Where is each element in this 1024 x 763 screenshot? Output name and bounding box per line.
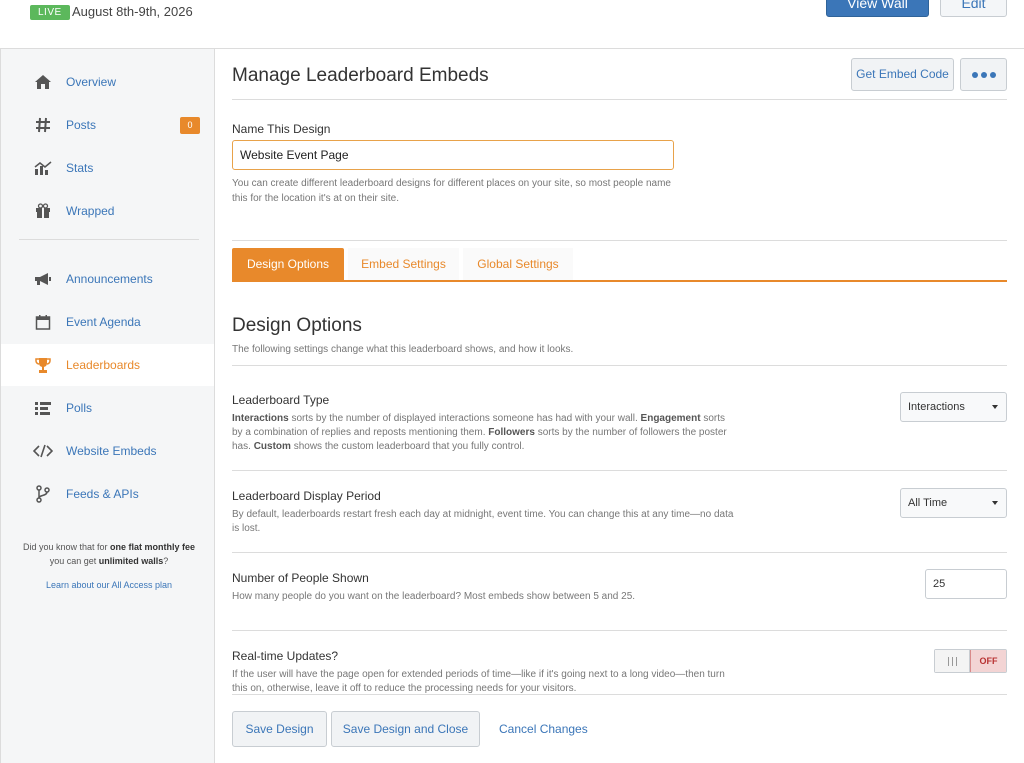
section-title: Design Options — [232, 315, 362, 336]
realtime-updates-toggle[interactable]: OFF — [934, 649, 1007, 673]
sidebar-item-label: Polls — [66, 401, 93, 415]
code-icon — [33, 441, 53, 461]
design-name-input[interactable] — [232, 140, 674, 170]
sidebar-item-label: Overview — [66, 75, 117, 89]
cancel-changes-button[interactable]: Cancel Changes — [499, 711, 588, 747]
name-design-help: You can create different leaderboard des… — [232, 178, 671, 204]
sidebar-item-label: Announcements — [66, 272, 153, 286]
sidebar-item-announcements[interactable]: Announcements — [1, 258, 214, 300]
sidebar-item-posts[interactable]: Posts 0 — [1, 104, 214, 146]
save-design-close-button[interactable]: Save Design and Close — [331, 711, 480, 747]
divider — [232, 470, 1007, 471]
chevron-down-icon — [992, 405, 998, 409]
sidebar-item-label: Stats — [66, 161, 94, 175]
name-design-label: Name This Design — [232, 122, 331, 136]
toggle-handle — [935, 650, 970, 672]
sidebar-item-label: Website Embeds — [66, 444, 157, 458]
calendar-icon — [33, 312, 53, 332]
posts-count-badge: 0 — [180, 116, 200, 134]
leaderboard-type-description: Interactions sorts by the number of disp… — [232, 413, 727, 452]
get-embed-code-button[interactable]: Get Embed Code — [851, 58, 954, 91]
sidebar-item-leaderboards[interactable]: Leaderboards — [1, 344, 214, 386]
sidebar-item-label: Leaderboards — [66, 358, 141, 372]
chevron-down-icon — [992, 501, 998, 505]
sidebar-item-event-agenda[interactable]: Event Agenda — [1, 301, 214, 343]
all-access-promo: Did you know that for one flat monthly f… — [22, 542, 196, 566]
sidebar-item-feeds-apis[interactable]: Feeds & APIs — [1, 473, 214, 515]
page-title: Manage Leaderboard Embeds — [232, 65, 489, 86]
toggle-off-label: OFF — [970, 650, 1006, 672]
leaderboard-type-select[interactable]: Interactions — [900, 392, 1007, 422]
sidebar: Overview Posts 0 Stats Wrapped Announcem… — [0, 49, 215, 763]
sidebar-item-overview[interactable]: Overview — [1, 61, 214, 103]
divider — [232, 552, 1007, 553]
action-footer: Save Design Save Design and Close Cancel… — [232, 694, 1007, 763]
save-design-button[interactable]: Save Design — [232, 711, 327, 747]
hashtag-icon — [33, 115, 53, 135]
people-shown-input[interactable]: 25 — [925, 569, 1007, 599]
sidebar-item-website-embeds[interactable]: Website Embeds — [1, 430, 214, 472]
edit-button[interactable]: Edit — [940, 0, 1007, 17]
settings-tabs: Design Options Embed Settings Global Set… — [232, 248, 1007, 282]
sidebar-item-label: Posts — [66, 118, 97, 132]
home-icon — [33, 72, 53, 92]
people-shown-description: How many people do you want on the leade… — [232, 591, 636, 602]
chart-icon — [33, 158, 53, 178]
people-shown-title: Number of People Shown — [232, 571, 369, 585]
display-period-title: Leaderboard Display Period — [232, 489, 381, 503]
divider — [232, 240, 1007, 241]
trophy-icon — [33, 355, 53, 375]
display-period-select[interactable]: All Time — [900, 488, 1007, 518]
sidebar-divider — [19, 239, 199, 240]
realtime-updates-description: If the user will have the page open for … — [232, 669, 725, 694]
divider — [232, 630, 1007, 631]
sidebar-item-label: Event Agenda — [66, 315, 141, 329]
divider — [232, 365, 1007, 366]
sidebar-item-label: Feeds & APIs — [66, 487, 139, 501]
more-options-button[interactable] — [960, 58, 1007, 91]
divider — [232, 99, 1007, 100]
live-badge: LIVE — [30, 5, 70, 20]
realtime-updates-title: Real-time Updates? — [232, 649, 339, 663]
leaderboard-type-title: Leaderboard Type — [232, 393, 330, 407]
sidebar-item-label: Wrapped — [66, 204, 115, 218]
display-period-description: By default, leaderboards restart fresh e… — [232, 509, 734, 534]
event-date: August 8th-9th, 2026 — [72, 4, 193, 19]
sidebar-item-wrapped[interactable]: Wrapped — [1, 190, 214, 232]
view-wall-button[interactable]: View Wall — [826, 0, 929, 17]
section-description: The following settings change what this … — [232, 344, 574, 355]
gift-icon — [33, 201, 53, 221]
branch-icon — [33, 484, 53, 504]
megaphone-icon — [33, 269, 53, 289]
tab-global-settings[interactable]: Global Settings — [463, 248, 573, 280]
tab-design-options[interactable]: Design Options — [232, 248, 344, 280]
all-access-link[interactable]: Learn about our All Access plan — [21, 580, 197, 590]
sidebar-item-polls[interactable]: Polls — [1, 387, 214, 429]
sidebar-item-stats[interactable]: Stats — [1, 147, 214, 189]
tab-embed-settings[interactable]: Embed Settings — [348, 248, 459, 280]
top-bar: LIVE August 8th-9th, 2026 View Wall Edit — [0, 0, 1024, 49]
list-icon — [33, 398, 53, 418]
